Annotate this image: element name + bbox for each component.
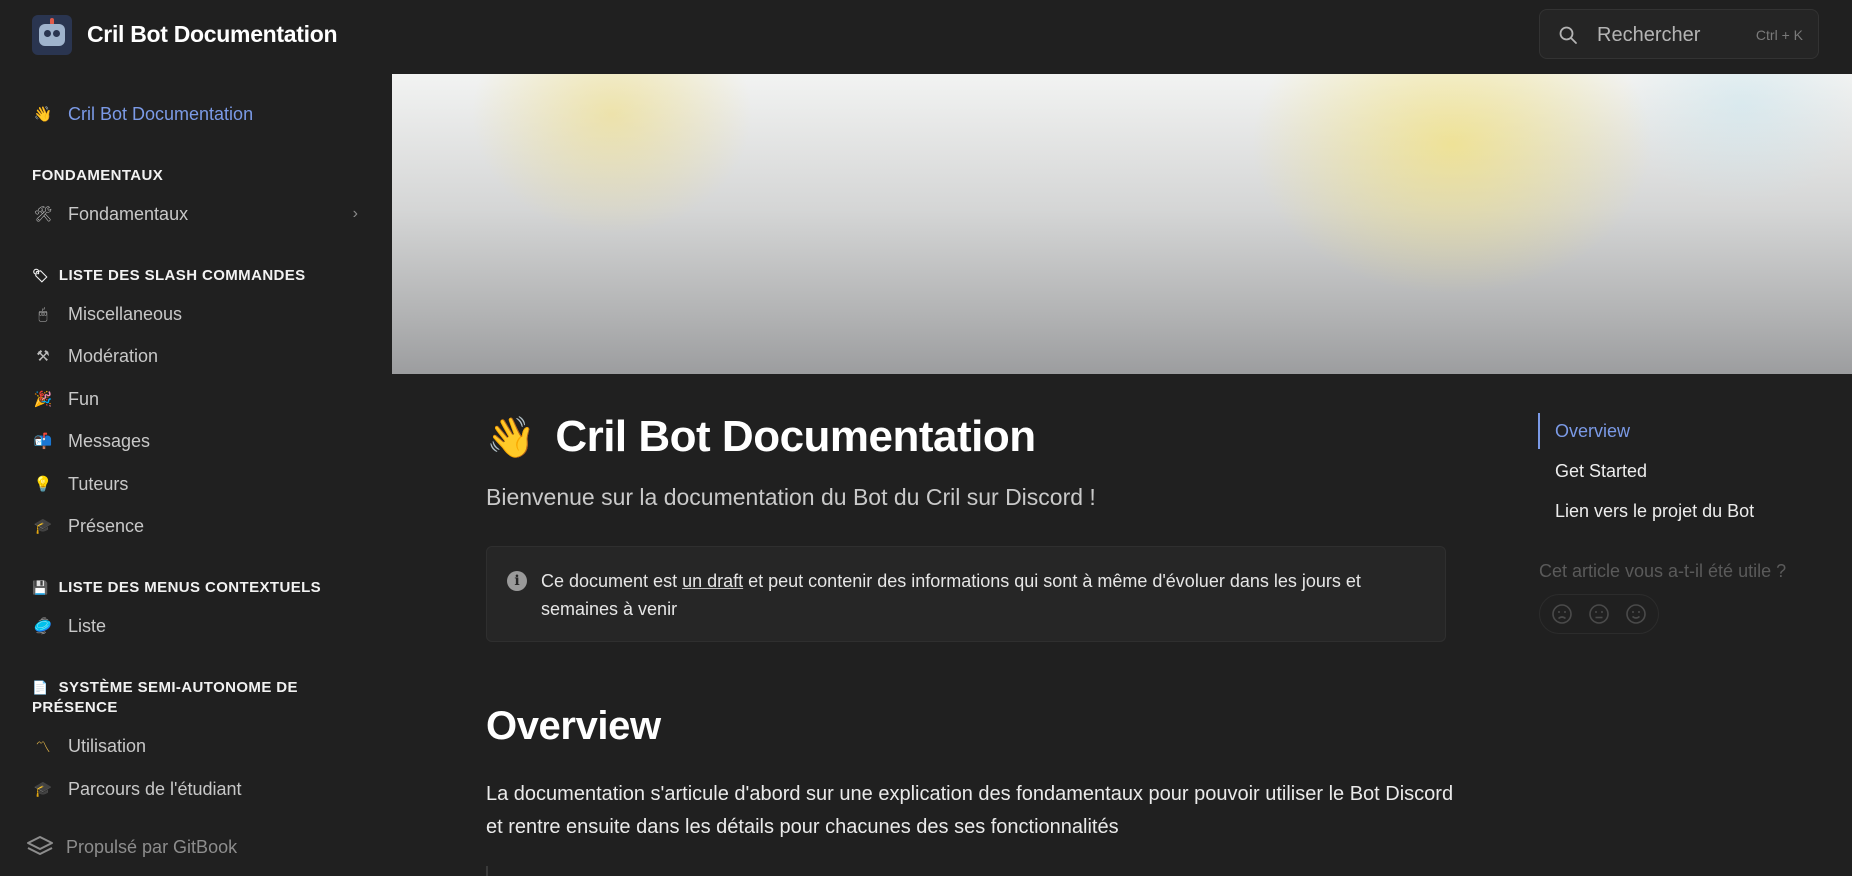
sidebar-item-label: Fun	[68, 388, 100, 409]
sidebar-item-label: Tuteurs	[68, 473, 129, 494]
sidebar-item-label: Modération	[68, 345, 159, 366]
cover-image	[392, 74, 1852, 374]
hammer-pick-icon: ⚒	[36, 348, 50, 365]
sidebar-item-label: Messages	[68, 430, 151, 451]
sidebar-item-label: Parcours de l'étudiant	[68, 778, 242, 799]
info-hint-box: i Ce document est un draft et peut conte…	[486, 546, 1446, 642]
powered-by-gitbook-link[interactable]: Propulsé par GitBook	[26, 835, 237, 859]
section-title-menus-contextuels: 💾 LISTE DES MENUS CONTEXTUELS	[32, 579, 322, 596]
info-icon: i	[507, 571, 527, 591]
toc-item-overview[interactable]: Overview	[1555, 421, 1630, 442]
sidebar-item-fun[interactable]: 🎉 Fun	[28, 382, 368, 416]
waving-hand-icon: 👋	[33, 106, 53, 123]
mailbox-icon: 📬	[33, 433, 53, 450]
page-title-text: Cril Bot Documentation	[555, 412, 1036, 461]
sidebar-item-messages[interactable]: 📬 Messages	[28, 424, 368, 458]
sidebar-item-utilisation[interactable]: 〽 Utilisation	[28, 729, 368, 763]
sidebar-item-moderation[interactable]: ⚒ Modération	[28, 339, 368, 373]
section-title-fondamentaux: FONDAMENTAUX	[32, 167, 164, 184]
part-alternation-icon: 〽	[35, 738, 51, 756]
feedback-question: Cet article vous a-t-il été utile ?	[1539, 561, 1787, 581]
sidebar-item-home[interactable]: 👋 Cril Bot Documentation	[28, 97, 368, 131]
mouse-icon: 🖱	[38, 305, 48, 323]
sidebar-item-label: Présence	[68, 515, 145, 536]
sidebar-item-parcours[interactable]: 🎓 Parcours de l'étudiant	[28, 772, 368, 806]
sidebar-item-miscellaneous[interactable]: 🖱 Miscellaneous	[28, 297, 368, 331]
site-title[interactable]: Cril Bot Documentation	[87, 21, 338, 48]
floppy-disk-icon: 💾	[32, 580, 49, 595]
search-icon	[1559, 26, 1577, 44]
tools-icon: 🛠	[33, 206, 53, 223]
page-description: Bienvenue sur la documentation du Bot du…	[486, 484, 1096, 510]
blockquote-border	[486, 866, 488, 876]
sidebar-item-label: Utilisation	[68, 735, 147, 756]
draft-link[interactable]: un draft	[682, 571, 743, 591]
search-button[interactable]: Rechercher Ctrl + K	[1539, 9, 1819, 59]
sidebar-item-liste[interactable]: 🥏 Liste	[28, 609, 368, 643]
happy-face-icon[interactable]	[1625, 603, 1647, 625]
gitbook-layers-icon	[27, 836, 53, 855]
graduation-cap-icon: 🎓	[33, 781, 53, 798]
party-popper-icon: 🎉	[33, 391, 53, 408]
sidebar-item-fondamentaux[interactable]: 🛠 Fondamentaux ›	[28, 197, 368, 231]
toc-item-get-started[interactable]: Get Started	[1555, 461, 1647, 482]
toc-active-indicator	[1538, 413, 1540, 449]
flying-disc-icon: 🥏	[33, 618, 53, 635]
page-title: 👋 Cril Bot Documentation	[486, 412, 1036, 462]
sidebar-item-presence[interactable]: 🎓 Présence	[28, 509, 368, 543]
toc-item-lien-projet[interactable]: Lien vers le projet du Bot	[1555, 501, 1754, 522]
sidebar-item-label: Miscellaneous	[68, 303, 183, 324]
section-title-slash-commandes: 🏷 LISTE DES SLASH COMMANDES	[32, 267, 306, 284]
chevron-right-icon[interactable]: ›	[353, 205, 358, 223]
section-title-systeme-presence: 📄 SYSTÈME SEMI-AUTONOME DE PRÉSENCE	[32, 679, 298, 716]
neutral-face-icon[interactable]	[1588, 603, 1610, 625]
light-bulb-icon: 💡	[33, 476, 53, 493]
waving-hand-icon: 👋	[486, 415, 536, 460]
sidebar-item-label: Cril Bot Documentation	[68, 103, 254, 124]
sidebar-item-tuteurs[interactable]: 💡 Tuteurs	[28, 467, 368, 501]
feedback-rating	[1539, 594, 1659, 634]
document-icon: 📄	[32, 680, 49, 695]
search-placeholder: Rechercher	[1597, 24, 1701, 46]
graduation-cap-icon: 🎓	[33, 518, 53, 535]
sidebar-item-label: Fondamentaux	[68, 203, 189, 224]
robot-logo-icon[interactable]	[32, 15, 72, 55]
powered-by-label: Propulsé par GitBook	[66, 836, 238, 857]
top-header: Cril Bot Documentation Rechercher Ctrl +…	[0, 0, 1852, 74]
sidebar-item-label: Liste	[68, 615, 107, 636]
hint-text: Ce document est un draft et peut conteni…	[541, 571, 1361, 619]
overview-paragraph: La documentation s'articule d'abord sur …	[486, 783, 1454, 838]
overview-heading: Overview	[486, 704, 661, 748]
sad-face-icon[interactable]	[1551, 603, 1573, 625]
label-icon: 🏷	[32, 268, 49, 283]
search-shortcut: Ctrl + K	[1755, 27, 1803, 43]
